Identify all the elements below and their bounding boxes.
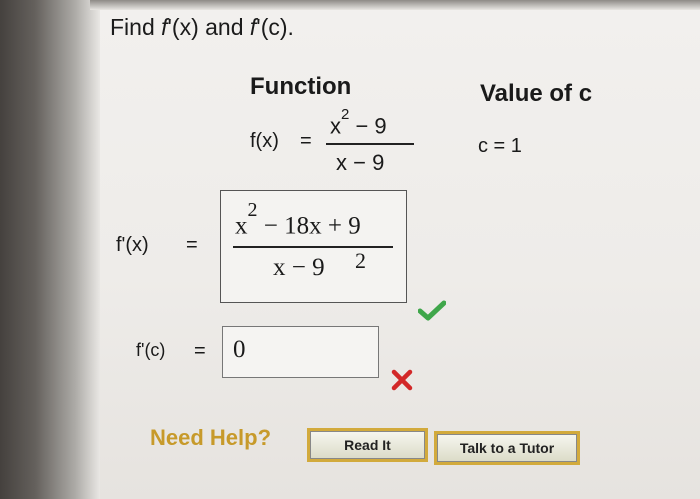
- problem-panel: Find f'(x) and f'(c). Function Value of …: [0, 0, 700, 499]
- value-of-c-header: Value of c: [480, 80, 593, 107]
- fx-equals: =: [300, 130, 312, 152]
- derivative-equals: =: [186, 234, 198, 256]
- fx-num-rest: − 9: [349, 113, 387, 139]
- correct-check-icon: [418, 300, 446, 321]
- derivative-denominator-exponent: 2: [355, 248, 366, 273]
- question-prefix: Find: [110, 14, 162, 40]
- need-help-label: Need Help?: [150, 425, 272, 450]
- c-value: c = 1: [478, 135, 522, 157]
- talk-to-tutor-button[interactable]: Talk to a Tutor: [437, 434, 577, 462]
- read-it-button[interactable]: Read It: [310, 431, 425, 459]
- fx-fraction-bar: [326, 143, 414, 145]
- derivative-answer-box[interactable]: x2 − 18x + 9 x − 9 2: [220, 190, 407, 303]
- incorrect-x-icon: [391, 369, 413, 391]
- derivative-at-c-value: 0: [233, 336, 246, 363]
- function-header: Function: [250, 73, 352, 100]
- fx-num-exponent: 2: [341, 106, 350, 123]
- derivative-denominator: x − 9: [273, 254, 325, 281]
- derivative-at-c-label: f'(c): [136, 340, 166, 360]
- fx-label: f(x): [250, 130, 279, 152]
- derivative-label: f'(x): [116, 234, 149, 256]
- fx-numerator: x2 − 9: [330, 106, 387, 139]
- derivative-at-c-equals: =: [194, 340, 206, 362]
- question-text: Find f'(x) and f'(c).: [110, 14, 294, 41]
- derivative-num-rest: − 18x + 9: [257, 212, 361, 240]
- question-mid1: '(x) and: [167, 14, 250, 40]
- derivative-numerator: x2 − 18x + 9: [235, 199, 361, 240]
- question-mid2: '(c).: [256, 14, 294, 40]
- derivative-fraction-bar: [233, 246, 393, 248]
- derivative-num-base: x: [235, 212, 248, 240]
- fx-denominator: x − 9: [336, 150, 385, 175]
- fx-num-base: x: [330, 113, 341, 139]
- derivative-num-exponent: 2: [247, 199, 258, 221]
- derivative-at-c-input[interactable]: 0: [222, 326, 379, 378]
